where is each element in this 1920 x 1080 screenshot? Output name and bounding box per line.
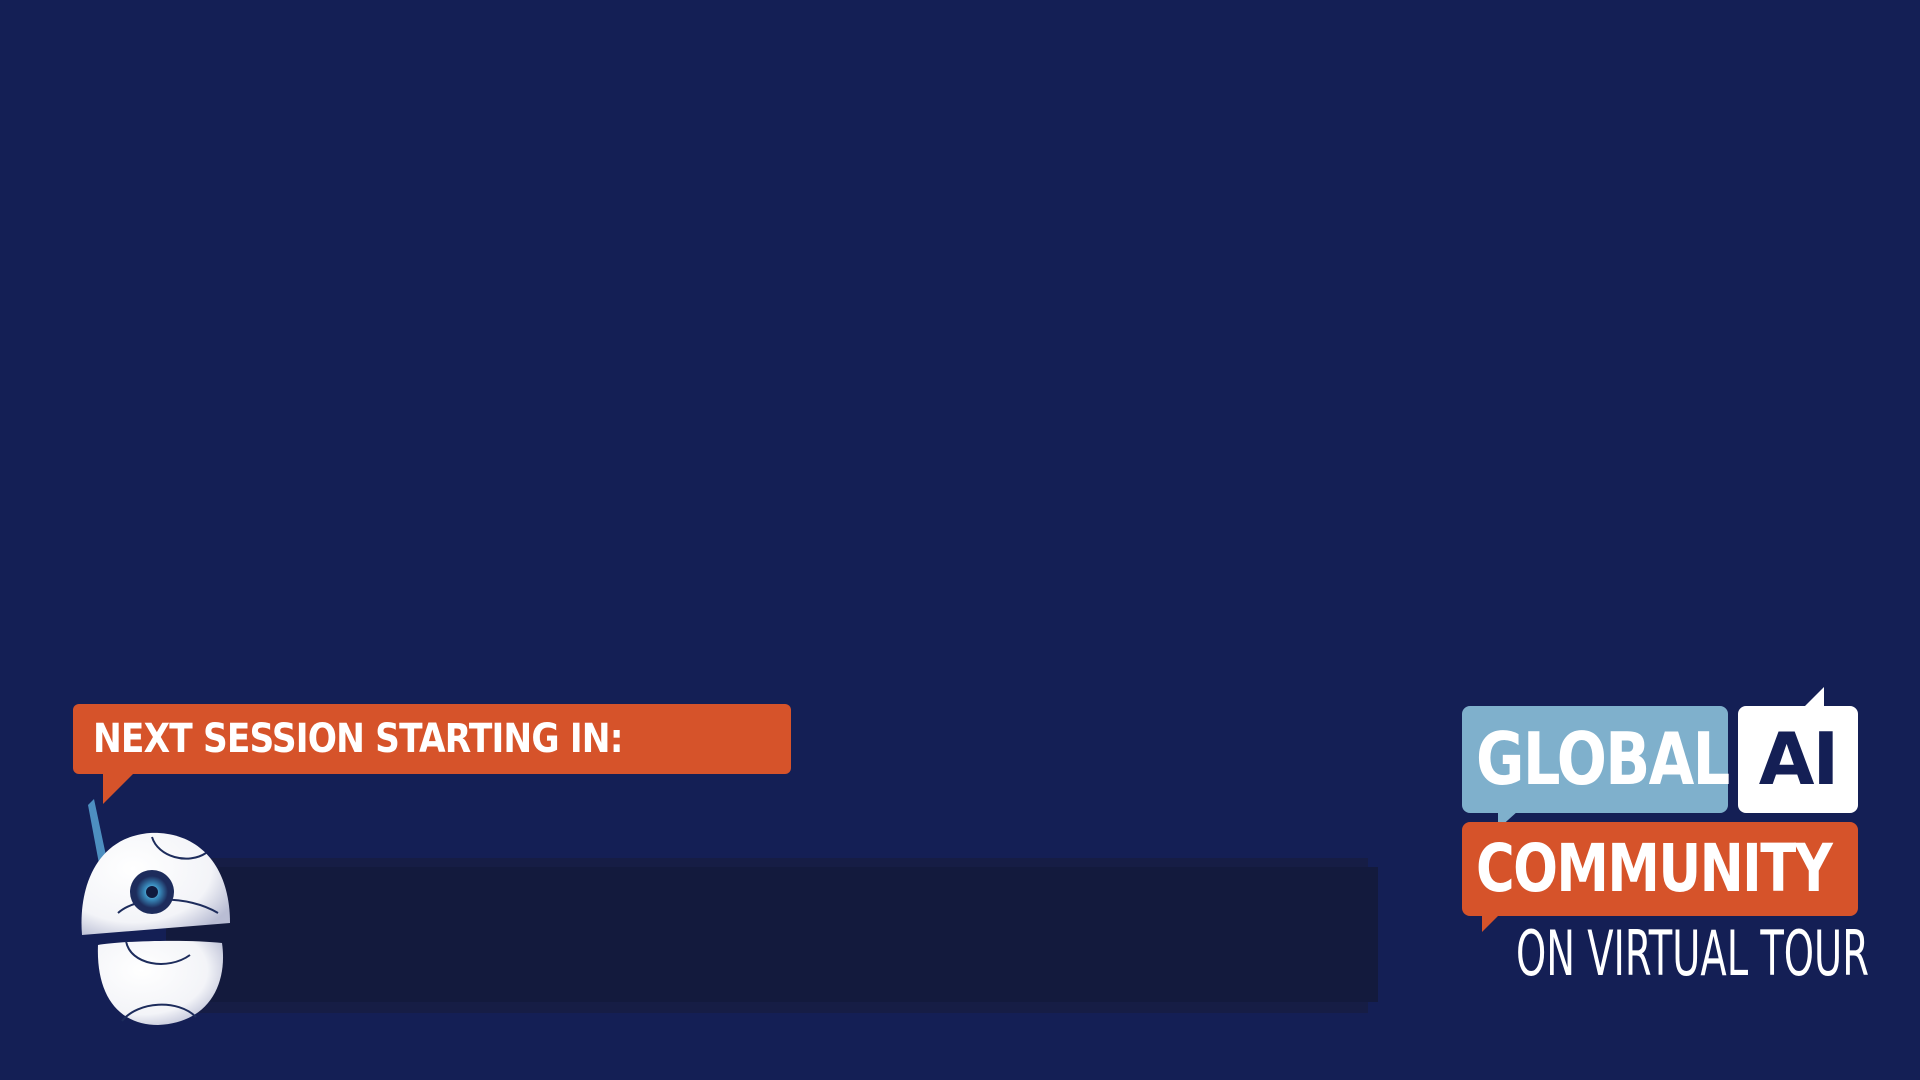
logo-ai-bubble-tail [1804, 687, 1824, 707]
logo-global-text: GLOBAL [1476, 717, 1730, 801]
stream-overlay: NEXT SESSION STARTING IN: GLOBAL AI COMM… [0, 0, 1920, 1080]
logo-community-bubble-tail [1482, 914, 1500, 932]
countdown-bar [166, 867, 1378, 1002]
logo-community-text: COMMUNITY [1476, 830, 1833, 907]
next-session-label: NEXT SESSION STARTING IN: [93, 716, 623, 762]
global-ai-community-logo: GLOBAL AI COMMUNITY ON VIRTUAL TOUR [1462, 686, 1869, 990]
logo-tour-text: ON VIRTUAL TOUR [1516, 917, 1869, 990]
robot-mascot-icon [81, 799, 230, 1025]
next-session-banner: NEXT SESSION STARTING IN: [73, 704, 791, 804]
logo-ai-text: AI [1758, 717, 1840, 801]
